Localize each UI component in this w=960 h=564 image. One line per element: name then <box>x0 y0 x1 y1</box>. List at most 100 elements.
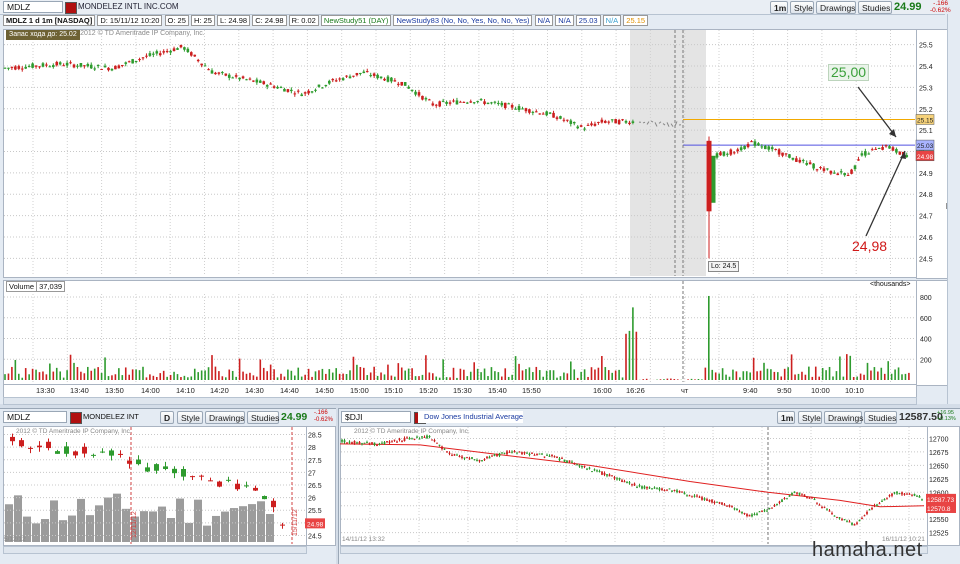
right-candle-body <box>521 452 523 454</box>
left-period-button[interactable]: D <box>160 411 174 424</box>
volume-bar <box>625 334 627 380</box>
right-candle-body <box>821 507 823 508</box>
volume-bar <box>201 370 203 380</box>
volume-bar <box>877 372 879 380</box>
candle-body <box>888 146 891 148</box>
time-axis-label: 15:00 <box>350 386 369 395</box>
candle-body <box>183 47 186 50</box>
left-candle-body <box>64 446 69 453</box>
right-candle-body <box>421 436 423 437</box>
candle-body <box>542 114 545 115</box>
drawings-button[interactable]: Drawings <box>816 1 856 14</box>
info-low: L: 24.98 <box>217 15 250 26</box>
volume-bar <box>887 361 889 380</box>
left-symbol-input[interactable]: MDLZ <box>3 411 67 423</box>
volume-bar <box>470 372 472 380</box>
right-candle-body <box>384 442 386 444</box>
candle-body <box>283 89 286 92</box>
volume-bar <box>425 355 427 380</box>
right-candle-body <box>749 515 751 517</box>
right-candle-body <box>751 514 753 516</box>
right-candle-body <box>349 442 351 443</box>
left-style-button[interactable]: Style <box>177 411 203 424</box>
right-candle-body <box>626 482 628 483</box>
right-style-button[interactable]: Style <box>798 411 822 424</box>
volume-bar <box>473 362 475 380</box>
change-percent: -0.62% <box>930 7 948 14</box>
left-candle-body <box>109 450 114 455</box>
volume-bar <box>215 367 217 380</box>
right-candle-body <box>754 514 756 515</box>
candle-body <box>552 113 555 118</box>
right-period-button[interactable]: 1m <box>777 411 795 424</box>
volume-bar <box>15 360 17 380</box>
candle-body <box>774 149 777 150</box>
candle-body <box>159 53 162 55</box>
candle-body <box>359 73 362 74</box>
left-volume-bar <box>59 520 67 542</box>
right-drawings-button[interactable]: Drawings <box>824 411 862 424</box>
info-na1: N/A <box>535 15 554 26</box>
right-candle-body <box>596 470 598 471</box>
right-candle-body <box>609 474 611 476</box>
left-symbol-swatch[interactable] <box>70 412 82 424</box>
volume-bar <box>197 372 199 380</box>
company-name: MONDELEZ INTL INC.COM <box>78 1 179 13</box>
right-candle-body <box>394 440 396 441</box>
left-studies-button[interactable]: Studies <box>247 411 279 424</box>
right-candle-body <box>639 485 641 486</box>
candle-body <box>21 69 24 70</box>
volume-bar <box>384 374 386 380</box>
volume-bar <box>432 373 434 380</box>
volume-bar <box>701 379 703 380</box>
volume-bar <box>270 365 272 380</box>
candle-body <box>525 108 528 111</box>
left-drawings-button[interactable]: Drawings <box>205 411 245 424</box>
studies-button[interactable]: Studies <box>858 1 892 14</box>
candle-body <box>771 147 774 149</box>
volume-bar <box>349 370 351 380</box>
vertical-scrollbar[interactable] <box>947 14 958 404</box>
horizontal-scrollbar[interactable] <box>3 397 917 405</box>
right-candle-body <box>579 465 581 466</box>
right-candle-body <box>359 442 361 444</box>
style-button[interactable]: Style <box>790 1 814 14</box>
candle-body <box>795 158 798 162</box>
volume-bar <box>125 367 127 380</box>
candle-body <box>187 49 190 52</box>
candle-body <box>93 68 96 69</box>
right-candle-body <box>361 443 363 444</box>
candle-body <box>166 51 169 52</box>
candle-body <box>535 111 538 112</box>
right-symbol-input[interactable]: $DJI <box>341 411 411 423</box>
right-candle-body <box>799 493 801 495</box>
right-candle-body <box>444 449 446 450</box>
candle-body <box>878 148 881 149</box>
right-candle-body <box>894 492 896 493</box>
period-button[interactable]: 1m <box>770 1 788 14</box>
price-tag-orange-text: 25.15 <box>917 117 934 124</box>
right-studies-button[interactable]: Studies <box>864 411 897 424</box>
volume-bar <box>4 374 6 380</box>
volume-bar <box>556 378 558 380</box>
volume-bar <box>387 365 389 380</box>
right-candle-body <box>814 499 816 500</box>
right-candle-body <box>344 440 346 442</box>
volume-bar <box>166 377 168 380</box>
symbol-color-swatch[interactable] <box>65 2 77 14</box>
volume-bar <box>480 372 482 380</box>
volume-bar <box>325 374 327 380</box>
volume-bar <box>705 368 707 380</box>
volume-bar <box>128 375 130 380</box>
price-chart: 25.525.425.325.225.12524.924.824.724.624… <box>3 29 947 277</box>
volume-bar <box>812 377 814 380</box>
volume-bar <box>187 377 189 380</box>
right-candle-body <box>839 517 841 518</box>
right-candle-body <box>741 512 743 513</box>
candle-body <box>538 113 541 114</box>
volume-bar <box>839 356 841 380</box>
left-horizontal-scrollbar[interactable] <box>3 546 307 554</box>
right-candle-body <box>804 495 806 497</box>
volume-bar <box>94 369 96 380</box>
symbol-input[interactable]: MDLZ <box>3 1 63 13</box>
